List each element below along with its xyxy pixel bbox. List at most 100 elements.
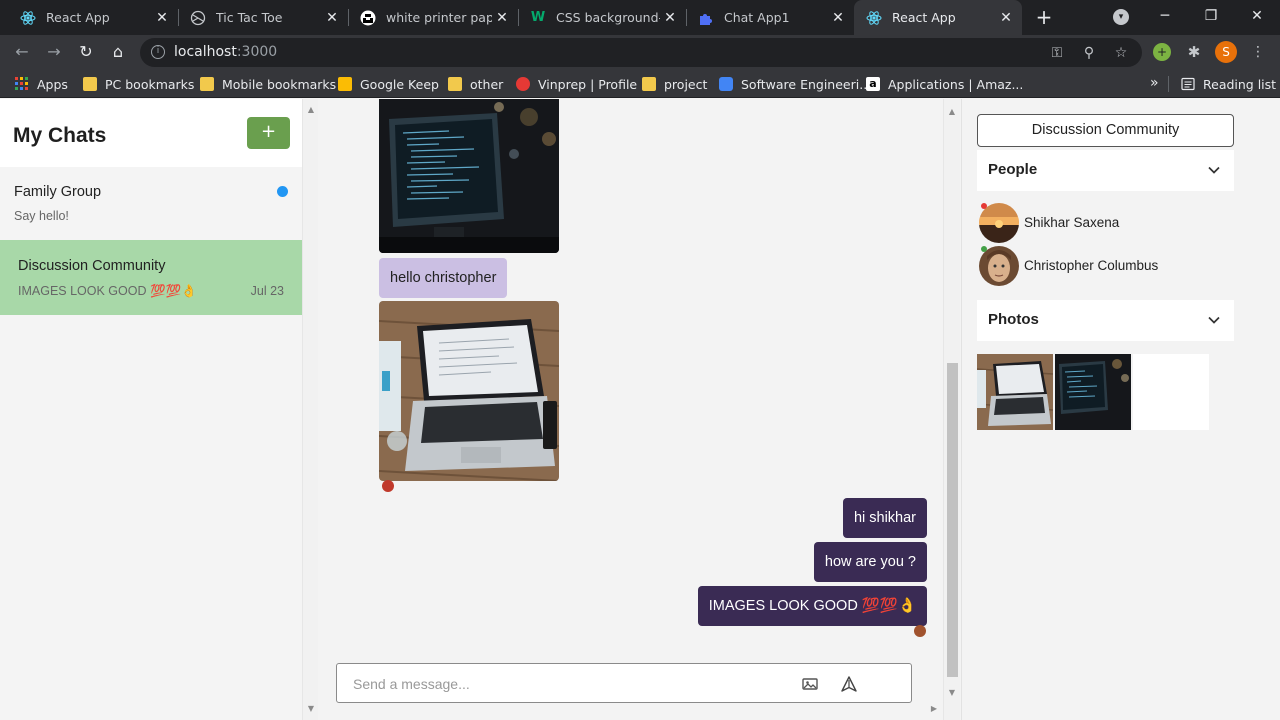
close-tab-icon[interactable]: ✕ [492,10,512,26]
address-bar[interactable]: i localhost:3000 ⚿ ⚲ ☆ [140,38,1142,67]
tab-title: React App [46,10,110,25]
message-bubble-outgoing: hi shikhar [842,498,927,538]
scrollbar-thumb[interactable] [947,363,958,677]
status-dot-icon [981,246,987,252]
unsplash-icon [360,10,376,26]
reading-list-button[interactable]: Reading list [1181,75,1276,93]
bookmark-label: Google Keep [360,76,439,92]
person-name: Christopher Columbus [1024,258,1159,273]
chat-list-scrollbar[interactable]: ▲ ▼ [302,99,318,720]
bookmark-folder[interactable]: project [642,75,707,93]
close-tab-icon[interactable]: ✕ [660,10,680,26]
browser-tab-active[interactable]: React App ✕ [854,0,1022,35]
person-name: Shikhar Saxena [1024,215,1120,230]
keep-icon [338,77,352,91]
folder-icon [448,77,462,91]
browser-tab[interactable]: W CSS background-im ✕ [518,0,686,35]
close-tab-icon[interactable]: ✕ [322,10,342,26]
bookmark-label: Mobile bookmarks [222,76,337,92]
image-message[interactable] [379,99,559,253]
image-upload-icon[interactable] [801,675,819,693]
laptop-desk-photo [379,301,559,481]
bookmark-icon [719,77,733,91]
photos-title: Photos [988,311,1039,328]
puzzle-icon [698,10,714,26]
chat-date: Jul 23 [250,284,284,298]
scroll-right-icon[interactable]: ▶ [928,704,940,713]
tab-search-icon[interactable]: ▾ [1113,9,1129,25]
chat-last-message: Say hello! [14,209,69,223]
react-icon [866,10,882,26]
bookmark-software[interactable]: Software Engineeri... [719,75,871,93]
site-info-icon[interactable]: i [151,45,165,59]
key-icon[interactable]: ⚿ [1047,43,1067,63]
zoom-icon[interactable]: ⚲ [1079,43,1099,63]
reload-icon[interactable]: ↻ [74,40,98,64]
amazon-icon: a [866,77,880,91]
chat-list-item-selected[interactable]: Discussion Community IMAGES LOOK GOOD 💯💯… [0,240,302,315]
minimize-icon[interactable]: ─ [1142,0,1188,35]
person-item[interactable]: Shikhar Saxena [977,203,1234,243]
message-bubble-outgoing: how are you ? [813,542,927,582]
scroll-down-icon[interactable]: ▼ [944,688,960,697]
folder-icon [200,77,214,91]
avatar [979,246,1019,286]
profile-avatar[interactable]: S [1215,41,1237,63]
bookmark-folder[interactable]: Mobile bookmarks [200,75,336,93]
message-panel: hello christopher hi shikhar how are you… [318,99,961,720]
tab-title: React App [892,10,956,25]
close-window-icon[interactable]: ✕ [1234,0,1280,35]
page-title: My Chats [13,124,107,147]
reading-list-label: Reading list [1203,76,1277,92]
person-item[interactable]: Christopher Columbus [977,246,1234,286]
photos-section-header[interactable]: Photos [977,300,1234,341]
scroll-up-icon[interactable]: ▲ [944,107,960,116]
browser-tab[interactable]: React App ✕ [8,0,178,35]
add-chat-button[interactable]: + [247,117,290,149]
bookmark-folder[interactable]: other [448,75,503,93]
avatar [979,203,1019,243]
bookmark-keep[interactable]: Google Keep [338,75,439,93]
photo-thumbnail-blank[interactable] [1133,354,1209,430]
scroll-up-icon[interactable]: ▲ [303,105,319,114]
bookmark-apps[interactable]: Apps [15,75,68,93]
message-input[interactable] [353,673,773,695]
home-icon[interactable]: ⌂ [106,40,130,64]
chevron-down-icon [1208,316,1220,324]
restore-icon[interactable]: ❐ [1188,0,1234,35]
message-bubble-incoming: hello christopher [379,258,508,298]
close-tab-icon[interactable]: ✕ [828,10,848,26]
people-section-header[interactable]: People [977,150,1234,191]
more-bookmarks-icon[interactable]: » [1150,75,1159,91]
bookmark-folder[interactable]: PC bookmarks [83,75,194,93]
new-tab-icon[interactable]: + [1032,5,1056,29]
back-icon[interactable]: ← [10,40,34,64]
browser-tab[interactable]: Tic Tac Toe ✕ [178,0,348,35]
extension-green-icon[interactable]: + [1153,43,1171,61]
message-scrollbar[interactable]: ▲ ▼ [943,99,960,720]
react-icon [20,10,36,26]
forward-icon[interactable]: → [42,40,66,64]
close-tab-icon[interactable]: ✕ [152,10,172,26]
photo-thumbnail-laptop[interactable] [977,354,1053,430]
bookmark-vinprep[interactable]: Vinprep | Profile [516,75,637,93]
photo-thumbnail-monitor[interactable] [1055,354,1131,430]
browser-tab[interactable]: Chat App1 ✕ [686,0,854,35]
bookmark-amazon[interactable]: a Applications | Amaz... [866,75,1023,93]
extensions-puzzle-icon[interactable]: ✱ [1185,43,1203,61]
menu-dots-icon[interactable]: ⋮ [1249,43,1267,61]
chat-name-button[interactable]: Discussion Community [977,114,1234,147]
globe-icon [190,10,206,26]
image-message[interactable] [379,301,559,481]
vinprep-icon [516,77,530,91]
send-icon[interactable] [840,675,858,693]
folder-icon [642,77,656,91]
scroll-down-icon[interactable]: ▼ [303,704,319,713]
star-icon[interactable]: ☆ [1111,43,1131,63]
browser-tab[interactable]: white printer paper ✕ [348,0,518,35]
unread-dot-icon [277,186,288,197]
close-tab-icon[interactable]: ✕ [996,10,1016,26]
chat-list-item[interactable]: Family Group Say hello! [0,167,302,242]
monitor-code-photo [379,99,559,253]
chat-list-header: My Chats + [0,99,302,167]
